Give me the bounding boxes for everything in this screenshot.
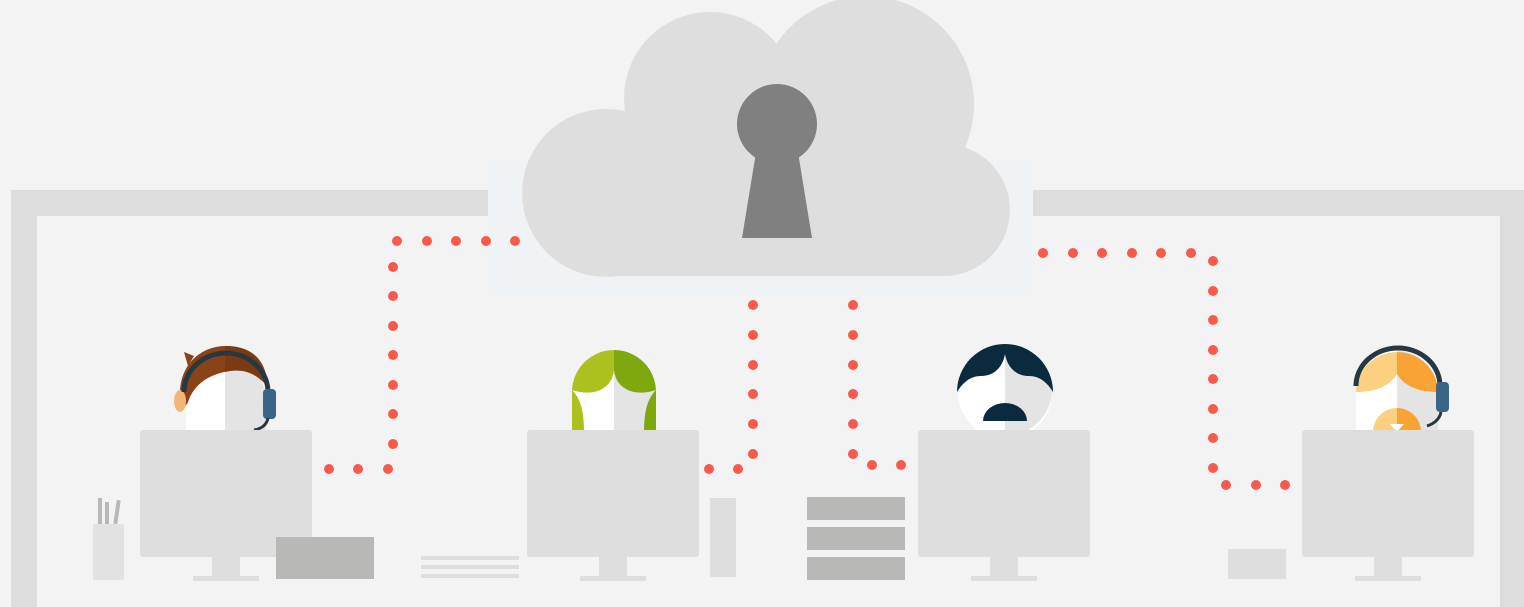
person-dark-hair-mustache-icon [957, 344, 1053, 439]
person-orange-hair-headset-icon [1353, 345, 1449, 432]
person-brown-hair-headset-icon [174, 346, 276, 432]
secure-cloud-illustration [11, 0, 1524, 607]
pen-holder-icon [93, 498, 124, 580]
person-green-hair-icon [572, 350, 656, 432]
connection-path-3 [848, 300, 906, 470]
server-stack-icon [807, 497, 905, 580]
connection-path-2 [704, 300, 758, 474]
monitor-icon [527, 430, 699, 581]
box-icon [1228, 549, 1286, 579]
box-icon [276, 537, 374, 579]
pc-tower-icon [710, 498, 736, 577]
papers-icon [421, 556, 519, 578]
monitor-icon [918, 430, 1090, 581]
monitor-icon [1302, 430, 1474, 581]
